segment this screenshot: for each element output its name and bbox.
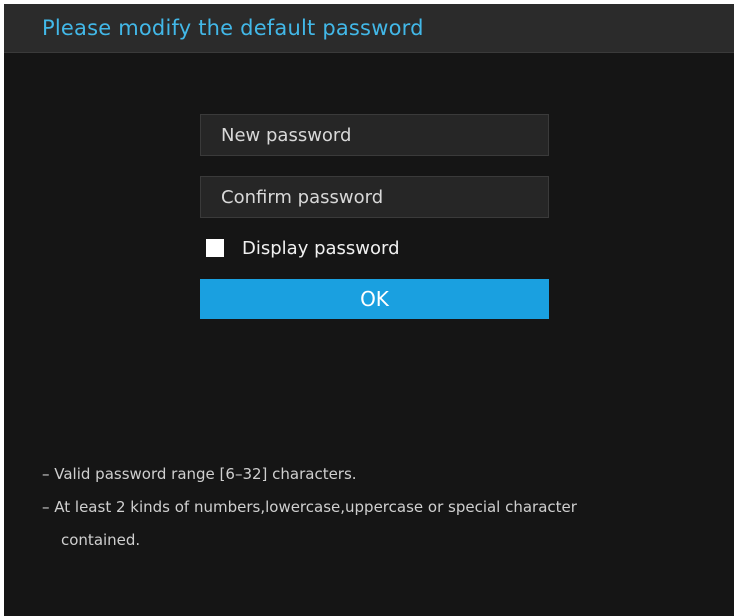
- dialog-title: Please modify the default password: [42, 16, 424, 40]
- ok-button[interactable]: OK: [200, 279, 549, 319]
- password-hints: – Valid password range [6–32] characters…: [42, 458, 722, 557]
- hint-character-kinds-cont: contained.: [61, 531, 141, 549]
- new-password-input[interactable]: [200, 114, 549, 156]
- display-password-label: Display password: [242, 237, 400, 259]
- password-dialog: Please modify the default password Displ…: [4, 4, 734, 616]
- hint-length: – Valid password range [6–32] characters…: [42, 465, 357, 483]
- hint-character-kinds: – At least 2 kinds of numbers,lowercase,…: [42, 498, 577, 516]
- dialog-titlebar: Please modify the default password: [4, 4, 734, 53]
- display-password-toggle[interactable]: Display password: [206, 236, 400, 260]
- display-password-checkbox[interactable]: [206, 239, 224, 257]
- confirm-password-input[interactable]: [200, 176, 549, 218]
